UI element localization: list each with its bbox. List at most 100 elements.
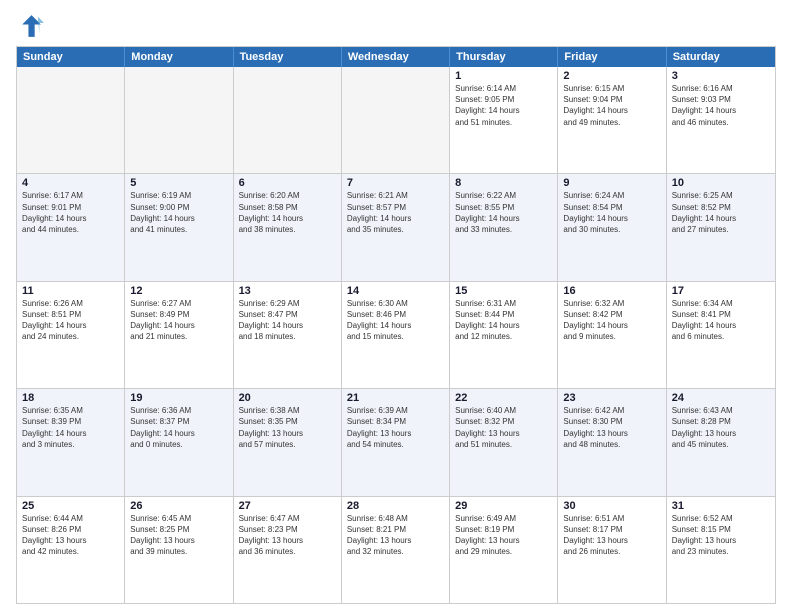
calendar-cell: 13Sunrise: 6:29 AM Sunset: 8:47 PM Dayli… [234,282,342,388]
header-cell-friday: Friday [558,47,666,67]
day-info: Sunrise: 6:25 AM Sunset: 8:52 PM Dayligh… [672,190,770,235]
calendar-cell: 24Sunrise: 6:43 AM Sunset: 8:28 PM Dayli… [667,389,775,495]
calendar-cell [234,67,342,173]
day-number: 7 [347,177,444,189]
calendar-cell: 31Sunrise: 6:52 AM Sunset: 8:15 PM Dayli… [667,497,775,603]
calendar-cell: 26Sunrise: 6:45 AM Sunset: 8:25 PM Dayli… [125,497,233,603]
calendar-cell: 16Sunrise: 6:32 AM Sunset: 8:42 PM Dayli… [558,282,666,388]
logo-icon [16,12,44,40]
day-info: Sunrise: 6:45 AM Sunset: 8:25 PM Dayligh… [130,513,227,558]
day-number: 5 [130,177,227,189]
day-number: 29 [455,500,552,512]
calendar-cell: 9Sunrise: 6:24 AM Sunset: 8:54 PM Daylig… [558,174,666,280]
day-info: Sunrise: 6:24 AM Sunset: 8:54 PM Dayligh… [563,190,660,235]
day-number: 18 [22,392,119,404]
day-info: Sunrise: 6:47 AM Sunset: 8:23 PM Dayligh… [239,513,336,558]
day-number: 14 [347,285,444,297]
day-info: Sunrise: 6:34 AM Sunset: 8:41 PM Dayligh… [672,298,770,343]
calendar-body: 1Sunrise: 6:14 AM Sunset: 9:05 PM Daylig… [17,67,775,603]
calendar-cell: 3Sunrise: 6:16 AM Sunset: 9:03 PM Daylig… [667,67,775,173]
day-number: 9 [563,177,660,189]
day-info: Sunrise: 6:30 AM Sunset: 8:46 PM Dayligh… [347,298,444,343]
day-info: Sunrise: 6:21 AM Sunset: 8:57 PM Dayligh… [347,190,444,235]
calendar-cell: 2Sunrise: 6:15 AM Sunset: 9:04 PM Daylig… [558,67,666,173]
calendar-row-2: 11Sunrise: 6:26 AM Sunset: 8:51 PM Dayli… [17,282,775,389]
day-info: Sunrise: 6:42 AM Sunset: 8:30 PM Dayligh… [563,405,660,450]
day-number: 17 [672,285,770,297]
day-info: Sunrise: 6:43 AM Sunset: 8:28 PM Dayligh… [672,405,770,450]
calendar-cell: 21Sunrise: 6:39 AM Sunset: 8:34 PM Dayli… [342,389,450,495]
calendar-cell: 19Sunrise: 6:36 AM Sunset: 8:37 PM Dayli… [125,389,233,495]
day-info: Sunrise: 6:48 AM Sunset: 8:21 PM Dayligh… [347,513,444,558]
calendar-cell: 17Sunrise: 6:34 AM Sunset: 8:41 PM Dayli… [667,282,775,388]
day-info: Sunrise: 6:19 AM Sunset: 9:00 PM Dayligh… [130,190,227,235]
day-number: 10 [672,177,770,189]
calendar-cell: 10Sunrise: 6:25 AM Sunset: 8:52 PM Dayli… [667,174,775,280]
day-number: 26 [130,500,227,512]
day-info: Sunrise: 6:40 AM Sunset: 8:32 PM Dayligh… [455,405,552,450]
calendar-cell: 20Sunrise: 6:38 AM Sunset: 8:35 PM Dayli… [234,389,342,495]
day-number: 30 [563,500,660,512]
calendar-cell [342,67,450,173]
day-info: Sunrise: 6:16 AM Sunset: 9:03 PM Dayligh… [672,83,770,128]
day-number: 31 [672,500,770,512]
calendar-row-1: 4Sunrise: 6:17 AM Sunset: 9:01 PM Daylig… [17,174,775,281]
day-number: 1 [455,70,552,82]
calendar-header: SundayMondayTuesdayWednesdayThursdayFrid… [17,47,775,67]
day-number: 2 [563,70,660,82]
header-cell-saturday: Saturday [667,47,775,67]
header-cell-tuesday: Tuesday [234,47,342,67]
day-info: Sunrise: 6:32 AM Sunset: 8:42 PM Dayligh… [563,298,660,343]
page: SundayMondayTuesdayWednesdayThursdayFrid… [0,0,792,612]
day-number: 25 [22,500,119,512]
calendar-cell: 11Sunrise: 6:26 AM Sunset: 8:51 PM Dayli… [17,282,125,388]
day-number: 23 [563,392,660,404]
calendar-cell: 14Sunrise: 6:30 AM Sunset: 8:46 PM Dayli… [342,282,450,388]
day-number: 20 [239,392,336,404]
day-number: 8 [455,177,552,189]
day-info: Sunrise: 6:35 AM Sunset: 8:39 PM Dayligh… [22,405,119,450]
calendar-cell: 22Sunrise: 6:40 AM Sunset: 8:32 PM Dayli… [450,389,558,495]
calendar-cell: 29Sunrise: 6:49 AM Sunset: 8:19 PM Dayli… [450,497,558,603]
header-cell-monday: Monday [125,47,233,67]
day-info: Sunrise: 6:51 AM Sunset: 8:17 PM Dayligh… [563,513,660,558]
day-number: 13 [239,285,336,297]
header [16,12,776,40]
day-number: 6 [239,177,336,189]
calendar-cell: 4Sunrise: 6:17 AM Sunset: 9:01 PM Daylig… [17,174,125,280]
day-number: 16 [563,285,660,297]
day-info: Sunrise: 6:15 AM Sunset: 9:04 PM Dayligh… [563,83,660,128]
day-number: 4 [22,177,119,189]
day-info: Sunrise: 6:17 AM Sunset: 9:01 PM Dayligh… [22,190,119,235]
day-info: Sunrise: 6:52 AM Sunset: 8:15 PM Dayligh… [672,513,770,558]
day-number: 19 [130,392,227,404]
day-info: Sunrise: 6:22 AM Sunset: 8:55 PM Dayligh… [455,190,552,235]
day-number: 11 [22,285,119,297]
day-info: Sunrise: 6:14 AM Sunset: 9:05 PM Dayligh… [455,83,552,128]
calendar-cell: 27Sunrise: 6:47 AM Sunset: 8:23 PM Dayli… [234,497,342,603]
calendar-cell [125,67,233,173]
header-cell-sunday: Sunday [17,47,125,67]
calendar-cell: 6Sunrise: 6:20 AM Sunset: 8:58 PM Daylig… [234,174,342,280]
day-number: 3 [672,70,770,82]
header-cell-thursday: Thursday [450,47,558,67]
day-number: 15 [455,285,552,297]
calendar-cell: 23Sunrise: 6:42 AM Sunset: 8:30 PM Dayli… [558,389,666,495]
calendar-cell: 15Sunrise: 6:31 AM Sunset: 8:44 PM Dayli… [450,282,558,388]
day-info: Sunrise: 6:27 AM Sunset: 8:49 PM Dayligh… [130,298,227,343]
day-number: 22 [455,392,552,404]
calendar-cell: 7Sunrise: 6:21 AM Sunset: 8:57 PM Daylig… [342,174,450,280]
day-info: Sunrise: 6:39 AM Sunset: 8:34 PM Dayligh… [347,405,444,450]
day-info: Sunrise: 6:26 AM Sunset: 8:51 PM Dayligh… [22,298,119,343]
calendar-row-4: 25Sunrise: 6:44 AM Sunset: 8:26 PM Dayli… [17,497,775,603]
header-cell-wednesday: Wednesday [342,47,450,67]
day-number: 28 [347,500,444,512]
calendar-cell: 28Sunrise: 6:48 AM Sunset: 8:21 PM Dayli… [342,497,450,603]
day-number: 21 [347,392,444,404]
calendar-cell: 18Sunrise: 6:35 AM Sunset: 8:39 PM Dayli… [17,389,125,495]
day-info: Sunrise: 6:38 AM Sunset: 8:35 PM Dayligh… [239,405,336,450]
calendar-cell: 30Sunrise: 6:51 AM Sunset: 8:17 PM Dayli… [558,497,666,603]
day-info: Sunrise: 6:44 AM Sunset: 8:26 PM Dayligh… [22,513,119,558]
calendar-cell: 5Sunrise: 6:19 AM Sunset: 9:00 PM Daylig… [125,174,233,280]
calendar-row-3: 18Sunrise: 6:35 AM Sunset: 8:39 PM Dayli… [17,389,775,496]
